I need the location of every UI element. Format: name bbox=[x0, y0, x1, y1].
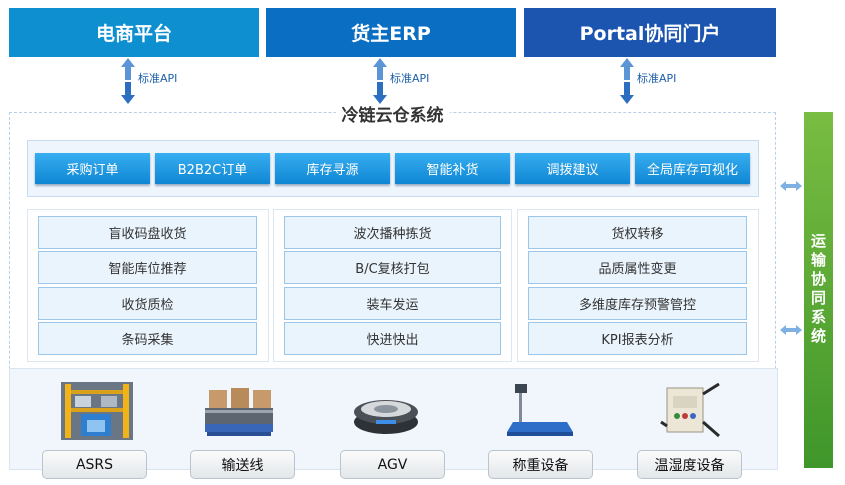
agv-robot-image bbox=[354, 400, 418, 434]
cell-inventory-alert[interactable]: 多维度库存预警管控 bbox=[528, 287, 747, 320]
device-label-agv[interactable]: AGV bbox=[340, 450, 445, 479]
top-system-portal[interactable]: Portal协同门户 bbox=[524, 8, 776, 57]
function-bar: 采购订单 B2B2C订单 库存寻源 智能补货 调拨建议 全局库存可视化 bbox=[27, 140, 759, 197]
cell-blind-receiving[interactable]: 盲收码盘收货 bbox=[38, 216, 257, 249]
sensor-box-image bbox=[660, 382, 720, 438]
device-label-conveyor[interactable]: 输送线 bbox=[190, 450, 295, 479]
top-system-ecommerce[interactable]: 电商平台 bbox=[9, 8, 259, 57]
cell-ownership-transfer[interactable]: 货权转移 bbox=[528, 216, 747, 249]
bidirectional-arrow-icon bbox=[620, 58, 634, 104]
api-label: 标准API bbox=[390, 72, 430, 85]
cell-wave-picking[interactable]: 波次播种拣货 bbox=[284, 216, 501, 249]
column-inbound: 盲收码盘收货 智能库位推荐 收货质检 条码采集 bbox=[27, 209, 269, 362]
conveyor-image bbox=[205, 388, 273, 436]
main-title-text: 冷链云仓系统 bbox=[335, 106, 450, 126]
cell-loading-shipping[interactable]: 装车发运 bbox=[284, 287, 501, 320]
function-inventory-sourcing[interactable]: 库存寻源 bbox=[275, 153, 390, 184]
api-label: 标准API bbox=[138, 72, 178, 85]
cell-kpi-report[interactable]: KPI报表分析 bbox=[528, 322, 747, 355]
side-system-transport[interactable]: 运输协同系统 bbox=[804, 112, 833, 468]
api-connector-1: 标准API bbox=[121, 58, 177, 104]
asrs-rack-image bbox=[61, 382, 133, 440]
cell-barcode-capture[interactable]: 条码采集 bbox=[38, 322, 257, 355]
bidirectional-arrow-icon bbox=[121, 58, 135, 104]
top-system-erp[interactable]: 货主ERP bbox=[266, 8, 516, 57]
column-outbound: 波次播种拣货 B/C复核打包 装车发运 快进快出 bbox=[273, 209, 512, 362]
main-title: 冷链云仓系统 bbox=[0, 101, 785, 126]
api-label: 标准API bbox=[637, 72, 677, 85]
device-label-asrs[interactable]: ASRS bbox=[42, 450, 147, 479]
api-connector-2: 标准API bbox=[373, 58, 429, 104]
api-connector-3: 标准API bbox=[620, 58, 676, 104]
bidirectional-arrow-icon bbox=[780, 181, 802, 191]
bidirectional-arrow-icon bbox=[373, 58, 387, 104]
bidirectional-arrow-icon bbox=[780, 325, 802, 335]
cell-fast-in-out[interactable]: 快进快出 bbox=[284, 322, 501, 355]
device-label-weighing[interactable]: 称重设备 bbox=[488, 450, 593, 479]
cell-quality-attr-change[interactable]: 品质属性变更 bbox=[528, 251, 747, 284]
function-b2b2c-order[interactable]: B2B2C订单 bbox=[155, 153, 270, 184]
function-smart-replenish[interactable]: 智能补货 bbox=[395, 153, 510, 184]
cell-bc-recheck-pack[interactable]: B/C复核打包 bbox=[284, 251, 501, 284]
cell-receiving-qc[interactable]: 收货质检 bbox=[38, 287, 257, 320]
side-system-label: 运输协同系统 bbox=[809, 233, 827, 347]
function-transfer-advice[interactable]: 调拨建议 bbox=[515, 153, 630, 184]
column-inventory: 货权转移 品质属性变更 多维度库存预警管控 KPI报表分析 bbox=[517, 209, 759, 362]
weighing-scale-image bbox=[507, 384, 573, 436]
device-label-temp-humidity[interactable]: 温湿度设备 bbox=[637, 450, 742, 479]
function-purchase-order[interactable]: 采购订单 bbox=[35, 153, 150, 184]
function-global-visibility[interactable]: 全局库存可视化 bbox=[635, 153, 750, 184]
cell-smart-location[interactable]: 智能库位推荐 bbox=[38, 251, 257, 284]
